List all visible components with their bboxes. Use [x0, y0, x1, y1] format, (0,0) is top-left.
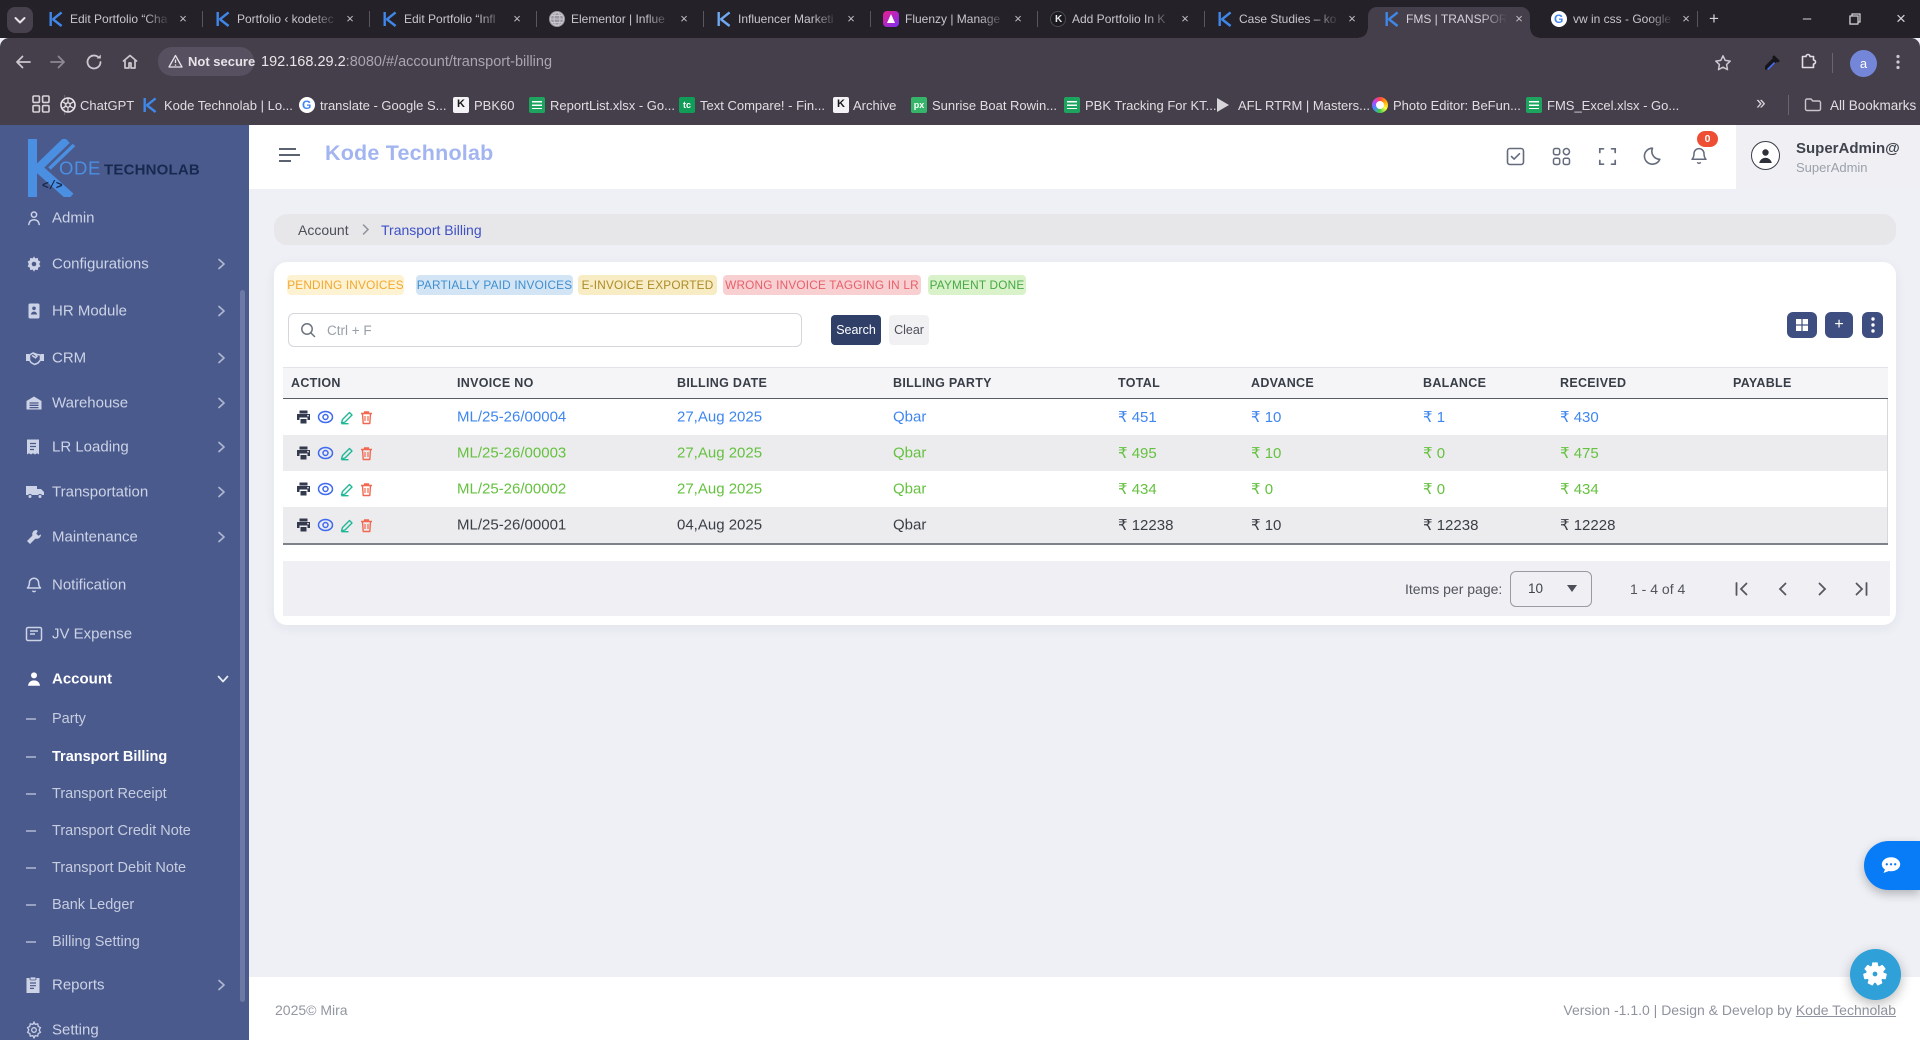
- svg-text:</>: </>: [42, 180, 63, 193]
- svg-text:ODE: ODE: [59, 158, 101, 179]
- svg-text:TECHNOLAB: TECHNOLAB: [104, 162, 200, 179]
